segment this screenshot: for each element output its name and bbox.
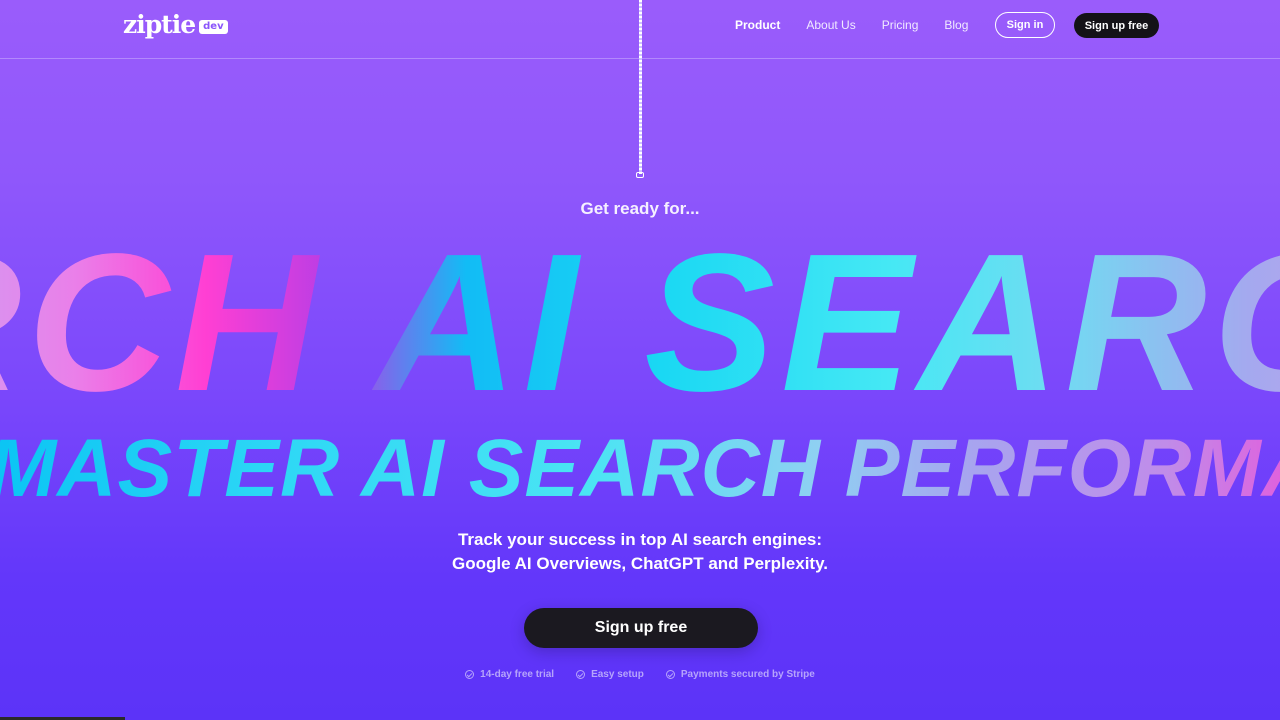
marquee-line-2-text: MASTER AI SEARCH PERFORMANCE: [0, 424, 1280, 514]
header-sign-up-button[interactable]: Sign up free: [1074, 13, 1159, 38]
hero-eyebrow: Get ready for...: [580, 199, 700, 218]
feature-label: Easy setup: [591, 669, 644, 680]
marquee-line-1-text: RCH AI SEARCH: [0, 228, 1280, 418]
nav-pricing[interactable]: Pricing: [882, 13, 919, 37]
hero-sign-up-button[interactable]: Sign up free: [524, 608, 758, 648]
check-circle-icon: [465, 670, 475, 679]
logo-text: ziptie: [123, 10, 196, 39]
hero-subtitle-line-1: Track your success in top AI search engi…: [457, 530, 823, 549]
marquee-line-2: MASTER AI SEARCH PERFORMANCE: [0, 424, 1280, 514]
sign-in-button[interactable]: Sign in: [995, 12, 1055, 38]
main-nav: Product About Us Pricing Blog: [735, 13, 994, 37]
feature-label: 14-day free trial: [480, 669, 555, 680]
hero-subtitle-line-2: Google AI Overviews, ChatGPT and Perplex…: [452, 554, 828, 573]
feature-label: Payments secured by Stripe: [680, 669, 815, 680]
logo-badge: dev: [199, 20, 228, 34]
zipper-pull-icon: [636, 172, 644, 178]
nav-about-us[interactable]: About Us: [806, 13, 855, 37]
check-circle-icon: [576, 670, 586, 679]
nav-blog[interactable]: Blog: [944, 13, 968, 37]
marquee-line-1: RCH AI SEARCH: [0, 228, 1280, 418]
ziptie-logo[interactable]: ziptie dev: [123, 10, 228, 40]
zipper-line: [639, 0, 642, 174]
feature-easy-setup: Easy setup: [576, 669, 644, 680]
feature-free-trial: 14-day free trial: [465, 669, 554, 680]
nav-product[interactable]: Product: [735, 13, 780, 37]
feature-list: 14-day free trial Easy setup Payments se…: [0, 669, 1280, 680]
feature-stripe: Payments secured by Stripe: [665, 669, 815, 680]
check-circle-icon: [665, 670, 675, 679]
